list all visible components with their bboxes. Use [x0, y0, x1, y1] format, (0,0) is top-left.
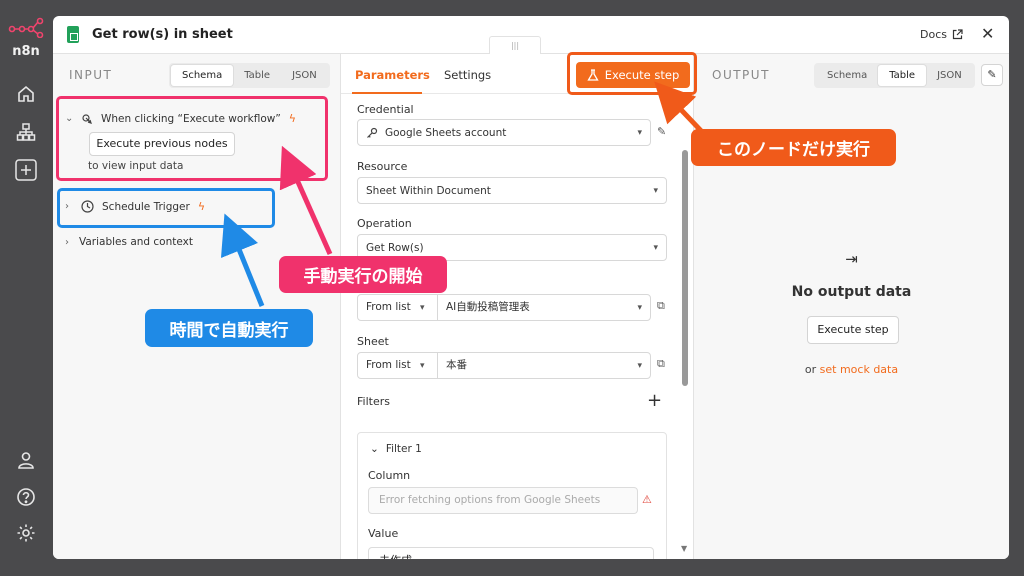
output-execute-step-button[interactable]: Execute step	[807, 316, 899, 344]
filters-label: Filters	[357, 395, 390, 408]
output-tab-json[interactable]: JSON	[926, 65, 973, 86]
manual-trigger-highlight	[56, 96, 328, 181]
execute-step-highlight	[567, 52, 697, 95]
chevron-down-icon: ▾	[653, 186, 658, 196]
scrollbar[interactable]	[682, 150, 688, 386]
workflow-icon[interactable]	[14, 120, 38, 144]
chevron-down-icon: ⌄	[370, 443, 379, 455]
input-tab-json[interactable]: JSON	[281, 65, 328, 86]
set-mock-data-link[interactable]: set mock data	[820, 363, 898, 376]
no-output-title: No output data	[791, 284, 912, 300]
chevron-down-icon: ▾	[420, 303, 425, 313]
scroll-down-icon[interactable]: ▼	[681, 544, 687, 553]
node-title: Get row(s) in sheet	[92, 27, 233, 42]
pencil-icon[interactable]: ✎	[657, 125, 666, 138]
sheet-value: 本番	[446, 359, 467, 371]
output-label: OUTPUT	[712, 68, 770, 82]
chevron-down-icon: ▾	[637, 361, 642, 371]
value-label: Value	[368, 527, 399, 540]
external-link-icon	[952, 29, 963, 40]
input-tab-table[interactable]: Table	[233, 65, 281, 86]
edit-output-icon[interactable]: ✎	[981, 64, 1003, 86]
warning-icon: ⚠	[642, 493, 652, 506]
arrow-into-icon: ⇥	[845, 250, 858, 268]
user-icon[interactable]	[14, 448, 38, 472]
credential-label: Credential	[357, 103, 414, 116]
callout-scheduled-auto: 時間で自動実行	[145, 309, 313, 347]
chevron-right-icon: ›	[65, 236, 69, 248]
mock-data-line: or set mock data	[694, 363, 1009, 376]
column-input[interactable]: Error fetching options from Google Sheet…	[368, 487, 638, 514]
output-tab-schema[interactable]: Schema	[816, 65, 878, 86]
input-label: INPUT	[69, 68, 113, 82]
home-icon[interactable]	[14, 82, 38, 106]
plus-icon[interactable]: +	[647, 390, 662, 411]
variables-label: Variables and context	[79, 236, 193, 248]
document-select[interactable]: From list ▾ AI自動投稿管理表 ▾	[357, 294, 651, 321]
tab-parameters[interactable]: Parameters	[355, 68, 430, 82]
drag-handle[interactable]: |||	[489, 36, 541, 54]
resource-value: Sheet Within Document	[366, 184, 491, 197]
sheet-mode[interactable]: From list	[358, 353, 438, 378]
filter-header[interactable]: ⌄ Filter 1	[370, 443, 422, 455]
callout-manual-start: 手動実行の開始	[279, 256, 447, 293]
value-input[interactable]: 未作成	[368, 547, 654, 559]
document-value: AI自動投稿管理表	[446, 301, 530, 313]
credential-select[interactable]: Google Sheets account ▾	[357, 119, 651, 146]
key-icon	[367, 127, 378, 138]
close-icon[interactable]: ✕	[981, 26, 994, 42]
sheet-select[interactable]: From list ▾ 本番 ▾	[357, 352, 651, 379]
chevron-down-icon: ▾	[637, 303, 642, 313]
callout-execute-only-node: このノードだけ実行	[691, 129, 896, 166]
n8n-logo-icon[interactable]	[8, 16, 44, 38]
operation-label: Operation	[357, 217, 412, 230]
active-tab-indicator	[352, 92, 422, 94]
output-tab-table[interactable]: Table	[878, 65, 927, 86]
output-view-toggle: Schema Table JSON	[814, 63, 975, 88]
input-view-toggle: Schema Table JSON	[169, 63, 330, 88]
tab-settings[interactable]: Settings	[444, 68, 491, 82]
column-label: Column	[368, 469, 411, 482]
resource-select[interactable]: Sheet Within Document ▾	[357, 177, 667, 204]
brand-name: n8n	[12, 44, 40, 59]
input-tab-schema[interactable]: Schema	[171, 65, 234, 86]
variables-context-row[interactable]: › Variables and context	[65, 236, 193, 248]
docs-label: Docs	[920, 28, 947, 41]
sheet-label: Sheet	[357, 335, 389, 348]
resource-label: Resource	[357, 160, 408, 173]
filter-name: Filter 1	[385, 443, 422, 455]
chevron-down-icon: ▾	[653, 243, 658, 253]
schedule-trigger-highlight	[57, 188, 275, 228]
chevron-down-icon: ▾	[637, 128, 642, 138]
document-mode[interactable]: From list	[358, 295, 438, 320]
chevron-down-icon: ▾	[420, 361, 425, 371]
operation-value: Get Row(s)	[366, 241, 424, 254]
settings-icon[interactable]	[14, 521, 38, 545]
credential-value: Google Sheets account	[385, 126, 507, 139]
external-link-icon[interactable]: ⧉	[657, 299, 665, 313]
filter-card: ⌄ Filter 1 Column Error fetching options…	[357, 432, 667, 559]
google-sheets-icon	[67, 26, 79, 43]
docs-link[interactable]: Docs	[920, 28, 963, 41]
or-text: or	[804, 363, 817, 376]
external-link-icon[interactable]: ⧉	[657, 357, 665, 371]
parameters-pane: Parameters Settings Execute step Credent…	[340, 54, 695, 559]
plus-icon[interactable]	[14, 158, 38, 182]
help-icon[interactable]	[14, 485, 38, 509]
app-rail: n8n	[0, 0, 52, 576]
